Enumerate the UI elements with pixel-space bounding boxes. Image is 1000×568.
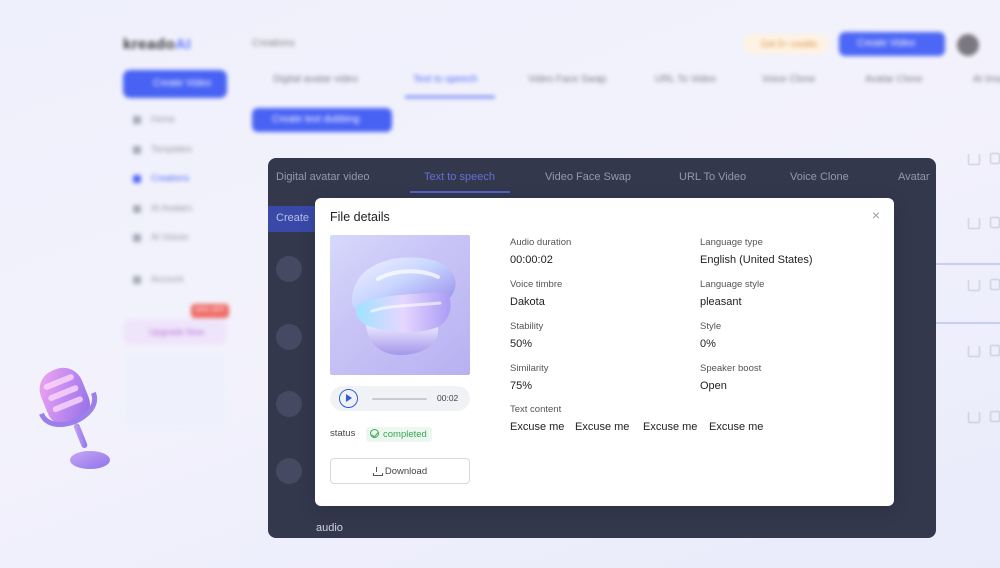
sidebar-item-ai-voices[interactable]: AI Voices <box>133 232 189 242</box>
sidebar-item-account[interactable]: Account <box>133 274 184 284</box>
stability-label: Stability <box>510 321 544 332</box>
text-content-chunk: Excuse me <box>709 421 764 433</box>
background-topbar: kreadoAI Creations Get 5+ credits Create… <box>115 26 1000 64</box>
overlay-create-button: Create <box>268 206 318 232</box>
sidebar-create-video-button[interactable]: Create Video <box>123 70 227 98</box>
hot-badge: 50% OFF <box>191 304 229 318</box>
play-icon[interactable] <box>339 389 358 408</box>
file-details-modal: File details × 00:02 status completed Do… <box>315 198 894 506</box>
create-video-top-button[interactable]: Create Video <box>839 32 945 56</box>
voice-timbre-value: Dakota <box>510 296 545 308</box>
modal-title: File details <box>330 210 390 224</box>
overlay-tab-underline <box>410 191 510 193</box>
avatar[interactable] <box>957 34 979 56</box>
tab-voice-clone[interactable]: Voice Clone <box>762 74 815 85</box>
text-content-label: Text content <box>510 404 562 415</box>
sidebar-item-home[interactable]: Home <box>133 114 175 124</box>
delete-icon <box>990 217 1000 228</box>
sidebar-item-creations[interactable]: Creations <box>133 173 190 183</box>
language-type-value: English (United States) <box>700 254 813 266</box>
status-badge: completed <box>366 427 432 442</box>
stability-value: 50% <box>510 338 533 350</box>
tab-avatar-clone[interactable]: Avatar Clone <box>865 74 923 85</box>
close-icon[interactable]: × <box>869 208 883 222</box>
delete-icon <box>990 279 1000 290</box>
row-name: audio <box>316 522 343 534</box>
sidebar: Create Video Home Templates Creations AI… <box>115 66 230 486</box>
speaker-boost-value: Open <box>700 380 727 392</box>
delete-icon <box>990 411 1000 422</box>
text-content-chunk: Excuse me <box>575 421 630 433</box>
microphone-illustration <box>30 360 120 480</box>
create-text-dubbing-button[interactable]: Create text dubbing <box>252 108 392 132</box>
tab-ai-image[interactable]: AI Ima <box>973 74 1000 85</box>
style-label: Style <box>700 321 722 332</box>
voice-timbre-label: Voice timbre <box>510 279 563 290</box>
overlay-tab-voice-clone: Voice Clone <box>790 171 849 183</box>
download-icon <box>372 467 383 476</box>
overlay-tab-digital-avatar: Digital avatar video <box>276 171 370 183</box>
language-style-value: pleasant <box>700 296 742 308</box>
text-content-chunk: Excuse me <box>643 421 698 433</box>
download-icon <box>968 346 980 357</box>
download-icon <box>968 412 980 423</box>
app-logo: kreadoAI <box>123 36 192 53</box>
audio-player: 00:02 <box>330 386 470 411</box>
download-icon <box>968 218 980 229</box>
tab-underline <box>405 96 495 98</box>
download-button[interactable]: Download <box>330 458 470 484</box>
speaker-boost-label: Speaker boost <box>700 363 762 374</box>
microphone-icon <box>39 367 110 469</box>
audio-duration-label: Audio duration <box>510 237 572 248</box>
audio-duration-value: 00:00:02 <box>510 254 553 266</box>
tab-digital-avatar[interactable]: Digital avatar video <box>273 74 358 85</box>
style-value: 0% <box>700 338 716 350</box>
overlay-tab-avatar: Avatar <box>898 171 930 183</box>
row-divider <box>936 263 1000 265</box>
background-tabs: Digital avatar video Text to speech Vide… <box>255 68 1000 98</box>
row-thumbnail <box>276 324 302 350</box>
overlay-tab-video-face-swap: Video Face Swap <box>545 171 632 183</box>
tab-url-to-video[interactable]: URL To Video <box>655 74 716 85</box>
invite-button[interactable]: Get 5+ credits <box>743 34 829 54</box>
row-thumbnail <box>276 458 302 484</box>
audio-progress-bar[interactable] <box>372 398 427 400</box>
sidebar-item-templates[interactable]: Templates <box>133 144 192 154</box>
delete-icon <box>990 345 1000 356</box>
download-icon <box>968 154 980 165</box>
audio-time: 00:02 <box>437 393 459 403</box>
row-thumbnail <box>276 256 302 282</box>
sidebar-item-ai-avatars[interactable]: AI Avatars <box>133 203 192 213</box>
status-label: status <box>330 428 356 439</box>
upgrade-button[interactable]: Upgrade Now <box>123 319 227 345</box>
tab-video-face-swap[interactable]: Video Face Swap <box>528 74 606 85</box>
overlay-tab-url-to-video: URL To Video <box>679 171 747 183</box>
language-type-label: Language type <box>700 237 763 248</box>
row-thumbnail <box>276 391 302 417</box>
audio-cover-image <box>330 235 470 375</box>
overlay-tab-text-to-speech: Text to speech <box>424 171 495 183</box>
similarity-value: 75% <box>510 380 533 392</box>
check-circle-icon <box>370 429 379 438</box>
similarity-label: Similarity <box>510 363 549 374</box>
row-divider <box>936 322 1000 324</box>
breadcrumb: Creations <box>252 38 295 49</box>
delete-icon <box>990 153 1000 164</box>
download-label: Download <box>384 466 428 477</box>
tab-text-to-speech[interactable]: Text to speech <box>413 74 477 85</box>
download-icon <box>968 280 980 291</box>
plan-card <box>123 352 227 428</box>
status-value: completed <box>383 429 427 440</box>
background-row-actions <box>936 150 1000 490</box>
abstract-3d-shape-image <box>351 257 456 356</box>
text-content-chunk: Excuse me <box>510 421 565 433</box>
language-style-label: Language style <box>700 279 765 290</box>
